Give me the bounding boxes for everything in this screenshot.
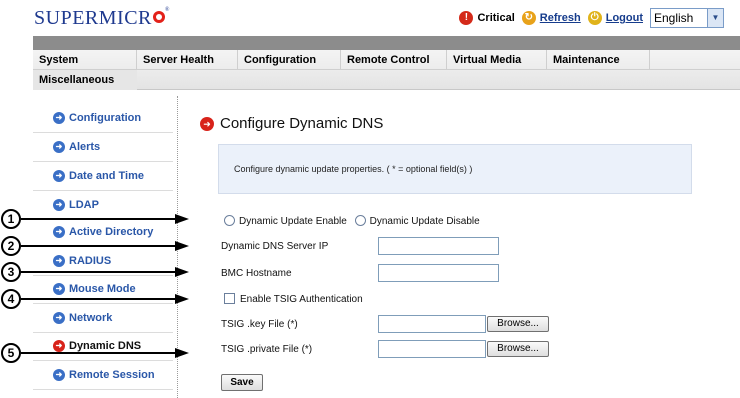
arrow-head-icon [175, 241, 189, 251]
nav-remote-control[interactable]: Remote Control [341, 50, 447, 70]
sidebar-item-dynamic-dns[interactable]: ➜ Dynamic DNS [33, 332, 173, 361]
sidebar-item-date-and-time[interactable]: ➜ Date and Time [33, 162, 173, 191]
callout-3: 3 [1, 262, 21, 282]
language-value: English [654, 11, 694, 25]
logo-o-mark [152, 11, 165, 23]
tsig-auth-row: Enable TSIG Authentication [224, 293, 363, 305]
chevron-down-icon[interactable]: ▼ [707, 9, 723, 27]
sidebar-item-label: Mouse Mode [69, 283, 136, 295]
arrow-right-icon: ➜ [53, 199, 65, 211]
sidebar-item-label: Dynamic DNS [69, 340, 142, 352]
critical-status[interactable]: ! Critical [459, 11, 515, 25]
nav-miscellaneous[interactable]: Miscellaneous [33, 70, 137, 90]
page-title: ➜ Configure Dynamic DNS [200, 115, 383, 132]
critical-icon: ! [459, 11, 474, 25]
sidebar-item-label: Active Directory [69, 226, 154, 238]
refresh-link[interactable]: ↻ Refresh [521, 11, 581, 25]
callout-arrow-3 [21, 271, 176, 273]
main-nav: System Server Health Configuration Remot… [33, 50, 740, 90]
sidebar-item-label: Alerts [69, 141, 101, 153]
logout-label[interactable]: Logout [606, 12, 643, 24]
arrow-head-icon [175, 214, 189, 224]
nav-virtual-media[interactable]: Virtual Media [447, 50, 547, 70]
tsig-key-label: TSIG .key File (*) [221, 319, 298, 330]
arrow-right-icon: ➜ [53, 170, 65, 182]
nav-top-band [33, 36, 740, 50]
arrow-right-icon: ➜ [53, 255, 65, 267]
tsig-auth-label: Enable TSIG Authentication [240, 294, 363, 305]
logo-text: SUPERMICR [34, 7, 152, 29]
tsig-private-browse-button[interactable]: Browse... [487, 341, 549, 357]
info-text: Configure dynamic update properties. ( *… [234, 164, 473, 174]
sidebar-item-configuration[interactable]: ➜ Configuration [33, 104, 173, 133]
tsig-private-label: TSIG .private File (*) [221, 344, 313, 355]
tsig-private-file-input[interactable] [378, 340, 486, 358]
sidebar-item-remote-session[interactable]: ➜ Remote Session [33, 361, 173, 390]
callout-arrow-5 [21, 352, 176, 354]
save-button[interactable]: Save [221, 374, 263, 391]
critical-label: Critical [477, 12, 515, 24]
sidebar-item-label: Network [69, 312, 113, 324]
header-actions: ! Critical ↻ Refresh ⏻ Logout English ▼ [459, 8, 724, 28]
info-box: Configure dynamic update properties. ( *… [218, 144, 692, 194]
callout-2: 2 [1, 236, 21, 256]
sidebar-item-ldap[interactable]: ➜ LDAP [33, 191, 173, 220]
logo-registered: ® [164, 7, 170, 13]
nav-empty-slot [650, 50, 740, 70]
radio-dynamic-update-disable[interactable] [354, 215, 366, 226]
radio-dynamic-update-enable[interactable] [224, 215, 235, 226]
arrow-right-icon: ➜ [53, 369, 65, 381]
language-select[interactable]: English ▼ [650, 8, 724, 28]
radio-disable-label: Dynamic Update Disable [369, 216, 480, 227]
arrow-right-icon: ➜ [53, 141, 65, 153]
refresh-label[interactable]: Refresh [540, 12, 581, 24]
page-title-text: Configure Dynamic DNS [220, 115, 384, 132]
sidebar-item-label: RADIUS [69, 255, 112, 267]
callout-arrow-1 [21, 218, 176, 220]
nav-configuration[interactable]: Configuration [238, 50, 341, 70]
arrow-right-icon: ➜ [53, 112, 65, 124]
hostname-label: BMC Hostname [221, 268, 292, 279]
callout-arrow-4 [21, 298, 176, 300]
arrow-head-icon [175, 267, 189, 277]
server-ip-input[interactable] [378, 237, 499, 255]
arrow-right-icon: ➜ [53, 340, 65, 352]
arrow-right-icon: ➜ [53, 312, 65, 324]
callout-1: 1 [1, 209, 21, 229]
arrow-head-icon [175, 294, 189, 304]
radio-enable-label: Dynamic Update Enable [239, 216, 347, 227]
dynamic-update-radio-group: Dynamic Update Enable Dynamic Update Dis… [224, 215, 480, 227]
arrow-right-icon: ➜ [200, 116, 214, 131]
sidebar-item-label: Date and Time [69, 170, 144, 182]
arrow-head-icon [175, 348, 189, 358]
refresh-icon: ↻ [521, 11, 536, 25]
hostname-input[interactable] [378, 264, 499, 282]
sidebar-item-network[interactable]: ➜ Network [33, 304, 173, 333]
tsig-auth-checkbox[interactable] [224, 293, 235, 304]
sidebar-item-label: Configuration [69, 112, 142, 124]
supermicro-logo: SUPERMICR ® [34, 7, 170, 30]
sidebar-item-alerts[interactable]: ➜ Alerts [33, 133, 173, 162]
callout-4: 4 [1, 289, 21, 309]
callout-5: 5 [1, 343, 21, 363]
sidebar-item-active-directory[interactable]: ➜ Active Directory [33, 218, 173, 247]
tsig-key-browse-button[interactable]: Browse... [487, 316, 549, 332]
callout-arrow-2 [21, 245, 176, 247]
sidebar-item-label: Remote Session [69, 369, 155, 381]
nav-system[interactable]: System [33, 50, 137, 70]
logout-icon: ⏻ [587, 11, 602, 25]
arrow-right-icon: ➜ [53, 226, 65, 238]
arrow-right-icon: ➜ [53, 283, 65, 295]
server-ip-label: Dynamic DNS Server IP [221, 241, 329, 252]
tsig-key-file-input[interactable] [378, 315, 486, 333]
logout-link[interactable]: ⏻ Logout [587, 11, 643, 25]
nav-maintenance[interactable]: Maintenance [547, 50, 650, 70]
sidebar-item-label: LDAP [69, 199, 99, 211]
nav-server-health[interactable]: Server Health [137, 50, 238, 70]
